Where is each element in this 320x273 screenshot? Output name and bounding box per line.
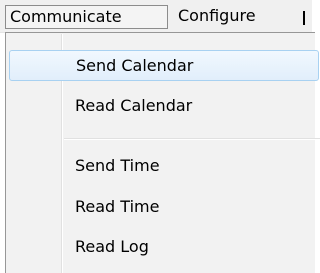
menu-item-label: Read Log — [75, 237, 149, 256]
menu-item-label: Send Time — [75, 156, 160, 175]
menu-next-item-partial[interactable] — [303, 11, 305, 25]
menu-item-read-log[interactable]: Read Log — [9, 232, 319, 263]
menu-bar: Communicate Configure — [0, 0, 312, 33]
menu-item-label: Send Calendar — [76, 56, 194, 75]
menu-item-send-calendar[interactable]: Send Calendar — [9, 50, 319, 81]
communicate-dropdown-menu: Send Calendar Read Calendar Send Time Re… — [5, 32, 320, 273]
menu-communicate[interactable]: Communicate — [5, 5, 168, 29]
menu-item-send-time[interactable]: Send Time — [9, 151, 319, 182]
menu-item-read-calendar[interactable]: Read Calendar — [9, 91, 319, 122]
menu-item-read-time[interactable]: Read Time — [9, 192, 319, 223]
menu-item-label: Read Time — [75, 197, 160, 216]
menu-separator-highlight — [64, 139, 320, 140]
menu-configure[interactable]: Configure — [178, 5, 272, 29]
menu-item-label: Read Calendar — [75, 96, 193, 115]
